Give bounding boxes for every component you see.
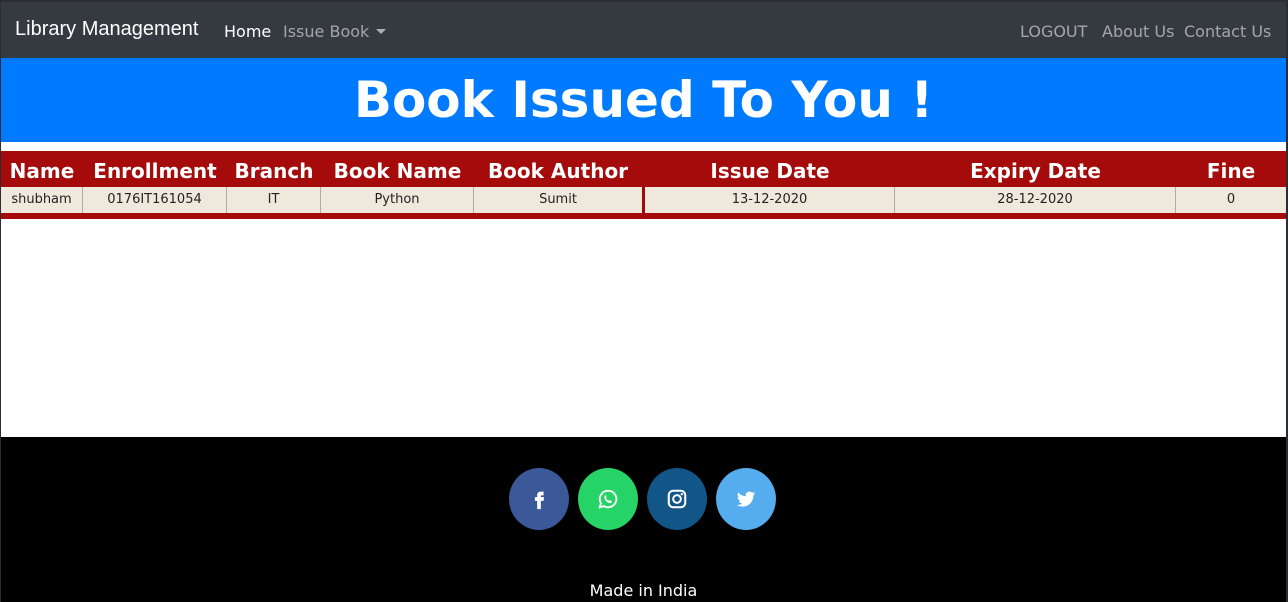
nav-contact-link[interactable]: Contact Us <box>1184 22 1271 41</box>
twitter-icon <box>736 491 756 507</box>
header-issue-date: Issue Date <box>710 159 830 183</box>
issued-books-table: Name Enrollment Branch Book Name Book Au… <box>1 151 1286 219</box>
whatsapp-icon <box>598 489 618 509</box>
brand-link[interactable]: Library Management <box>15 18 198 41</box>
nav-home-link[interactable]: Home <box>224 22 271 41</box>
nav-issue-book-label: Issue Book <box>283 22 370 41</box>
hero-banner: Book Issued To You ! <box>1 58 1286 142</box>
made-in-text: Made in India <box>589 581 698 600</box>
header-name: Name <box>9 159 75 183</box>
instagram-icon <box>667 489 687 509</box>
twitter-button[interactable] <box>716 468 776 530</box>
cell-name: shubham <box>1 187 83 213</box>
cell-enrollment: 0176IT161054 <box>83 187 227 213</box>
cell-fine: 0 <box>1226 192 1236 207</box>
page-footer: Made in India <box>1 437 1286 602</box>
nav-issue-book-dropdown[interactable]: Issue Book <box>283 22 387 41</box>
cell-book-author: Sumit <box>539 192 577 207</box>
header-expiry-date: Expiry Date <box>970 159 1101 183</box>
instagram-button[interactable] <box>647 468 707 530</box>
facebook-button[interactable] <box>509 468 569 530</box>
header-enrollment: Enrollment <box>93 159 217 183</box>
cell-expiry-date: 28-12-2020 <box>895 187 1176 213</box>
page-frame: Library Management Home Issue Book LOGOU… <box>0 0 1288 602</box>
page-title: Book Issued To You ! <box>353 71 934 129</box>
whatsapp-button[interactable] <box>578 468 638 530</box>
table-row: shubham 0176IT161054 IT Python Sumit <box>1 187 642 213</box>
facebook-icon <box>534 491 545 510</box>
header-book-name: Book Name <box>333 159 462 183</box>
nav-about-link[interactable]: About Us <box>1102 22 1174 41</box>
top-navbar: Library Management Home Issue Book LOGOU… <box>1 2 1286 58</box>
nav-logout-link[interactable]: LOGOUT <box>1020 22 1087 41</box>
table-row-continued: 13-12-2020 28-12-2020 0 <box>645 187 1286 213</box>
table-header: Name Enrollment Branch Book Name Book Au… <box>1 159 1286 183</box>
header-book-author: Book Author <box>487 159 629 183</box>
cell-branch: IT <box>227 187 321 213</box>
cell-issue-date: 13-12-2020 <box>645 187 895 213</box>
caret-down-icon <box>376 29 387 34</box>
header-fine: Fine <box>1206 159 1256 183</box>
header-branch: Branch <box>234 159 314 183</box>
cell-book-name: Python <box>321 187 474 213</box>
